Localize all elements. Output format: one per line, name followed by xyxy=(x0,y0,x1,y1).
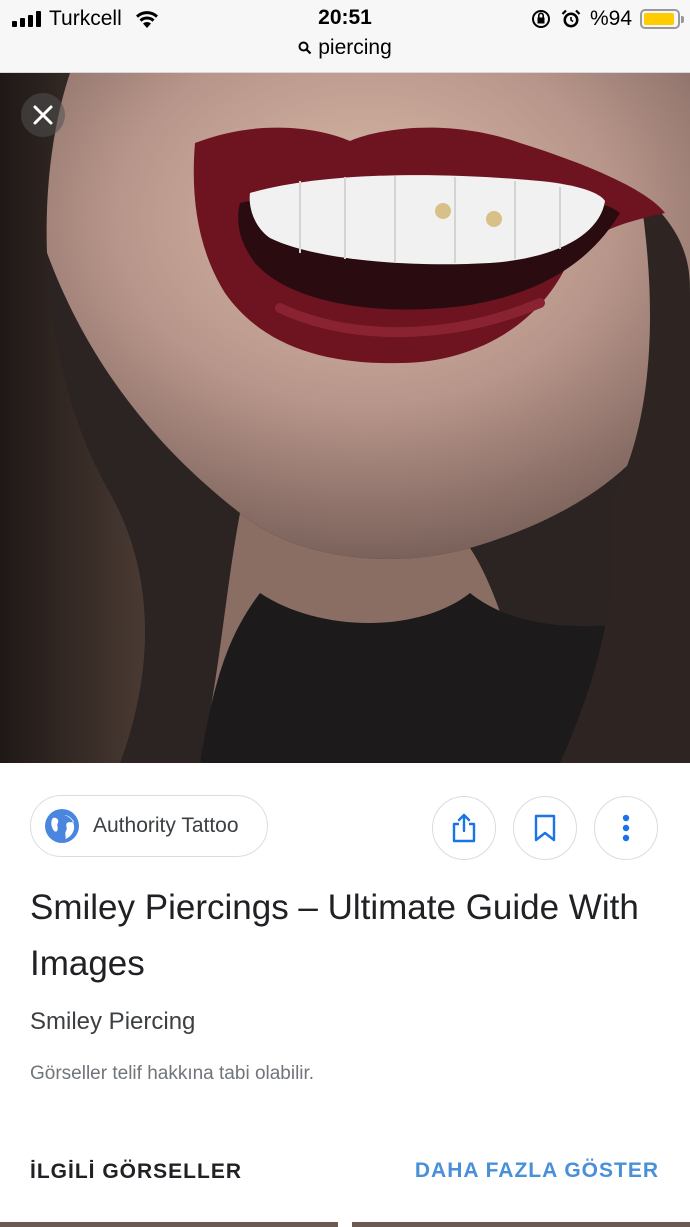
orientation-lock-icon xyxy=(531,10,550,28)
more-vert-icon xyxy=(622,814,630,842)
globe-icon xyxy=(45,809,79,843)
source-chip[interactable]: Authority Tattoo xyxy=(30,795,268,857)
preview-photo xyxy=(0,73,690,763)
share-button[interactable] xyxy=(432,796,496,860)
related-images-heading: İLGİLİ GÖRSELLER xyxy=(30,1160,243,1183)
related-thumbnails xyxy=(0,1222,690,1227)
close-button[interactable] xyxy=(21,93,65,137)
status-right: %94 xyxy=(530,6,684,32)
battery-percent: %94 xyxy=(589,7,632,30)
status-bar: Turkcell 20:51 %94 piercing xyxy=(0,0,690,73)
source-name: Authority Tattoo xyxy=(93,814,239,837)
result-title[interactable]: Smiley Piercings – Ultimate Guide With I… xyxy=(30,880,650,992)
bookmark-icon xyxy=(534,814,556,842)
address-bar[interactable]: piercing xyxy=(0,36,690,60)
show-more-link[interactable]: DAHA FAZLA GÖSTER xyxy=(415,1159,659,1183)
result-subtitle: Smiley Piercing xyxy=(30,1008,196,1035)
image-preview[interactable] xyxy=(0,73,690,763)
more-options-button[interactable] xyxy=(594,796,658,860)
search-icon xyxy=(298,41,312,55)
save-button[interactable] xyxy=(513,796,577,860)
search-query: piercing xyxy=(318,36,392,59)
alarm-icon xyxy=(561,9,581,28)
share-icon xyxy=(452,813,476,843)
close-icon xyxy=(33,105,53,125)
battery-icon xyxy=(640,9,684,29)
related-thumbnail[interactable] xyxy=(352,1222,690,1227)
related-thumbnail[interactable] xyxy=(0,1222,338,1227)
copyright-notice: Görseller telif hakkına tabi olabilir. xyxy=(30,1063,315,1084)
